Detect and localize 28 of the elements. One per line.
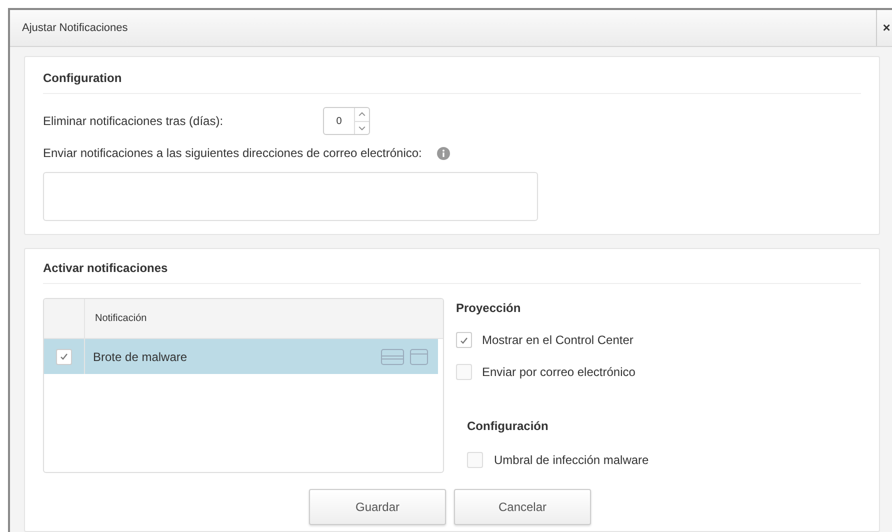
section-heading: Configuration [43, 69, 861, 94]
section-heading: Activar notificaciones [43, 259, 861, 284]
checkbox[interactable] [56, 348, 72, 364]
table-cell-text: Brote de malware [92, 348, 188, 366]
info-icon[interactable] [436, 146, 450, 160]
email-input-field[interactable] [43, 172, 538, 221]
option-label: Mostrar en el Control Center [482, 332, 634, 349]
field-label: Eliminar notificaciones tras (días): [43, 113, 224, 130]
checkbox[interactable] [456, 332, 472, 348]
section-heading: Configuración [467, 418, 550, 435]
dialog-button[interactable]: Guardar [309, 489, 446, 525]
dialog-button[interactable]: Cancelar [454, 489, 591, 525]
option-label: Enviar por correo electrónico [482, 364, 636, 381]
field-label: Enviar notificaciones a las siguientes direcciones de correo electrónico: [43, 145, 422, 162]
window-icon[interactable] [410, 348, 428, 364]
table-row[interactable]: Brote de malware [44, 339, 438, 374]
column-header[interactable]: Notificación [85, 311, 147, 326]
window-title: Ajustar Notificaciones [21, 20, 129, 36]
checkbox[interactable] [467, 452, 483, 468]
checkmark-icon [460, 336, 468, 344]
spinner-value: 0 [335, 114, 343, 128]
checkmark-icon [60, 353, 68, 360]
checkbox[interactable] [456, 364, 472, 380]
option-label: Umbral de infección malware [494, 452, 649, 469]
number-spinner[interactable]: 0 [323, 107, 370, 135]
close-button[interactable]: × [876, 10, 892, 46]
window-icon[interactable] [381, 348, 404, 364]
section-heading: Proyección [456, 300, 522, 317]
